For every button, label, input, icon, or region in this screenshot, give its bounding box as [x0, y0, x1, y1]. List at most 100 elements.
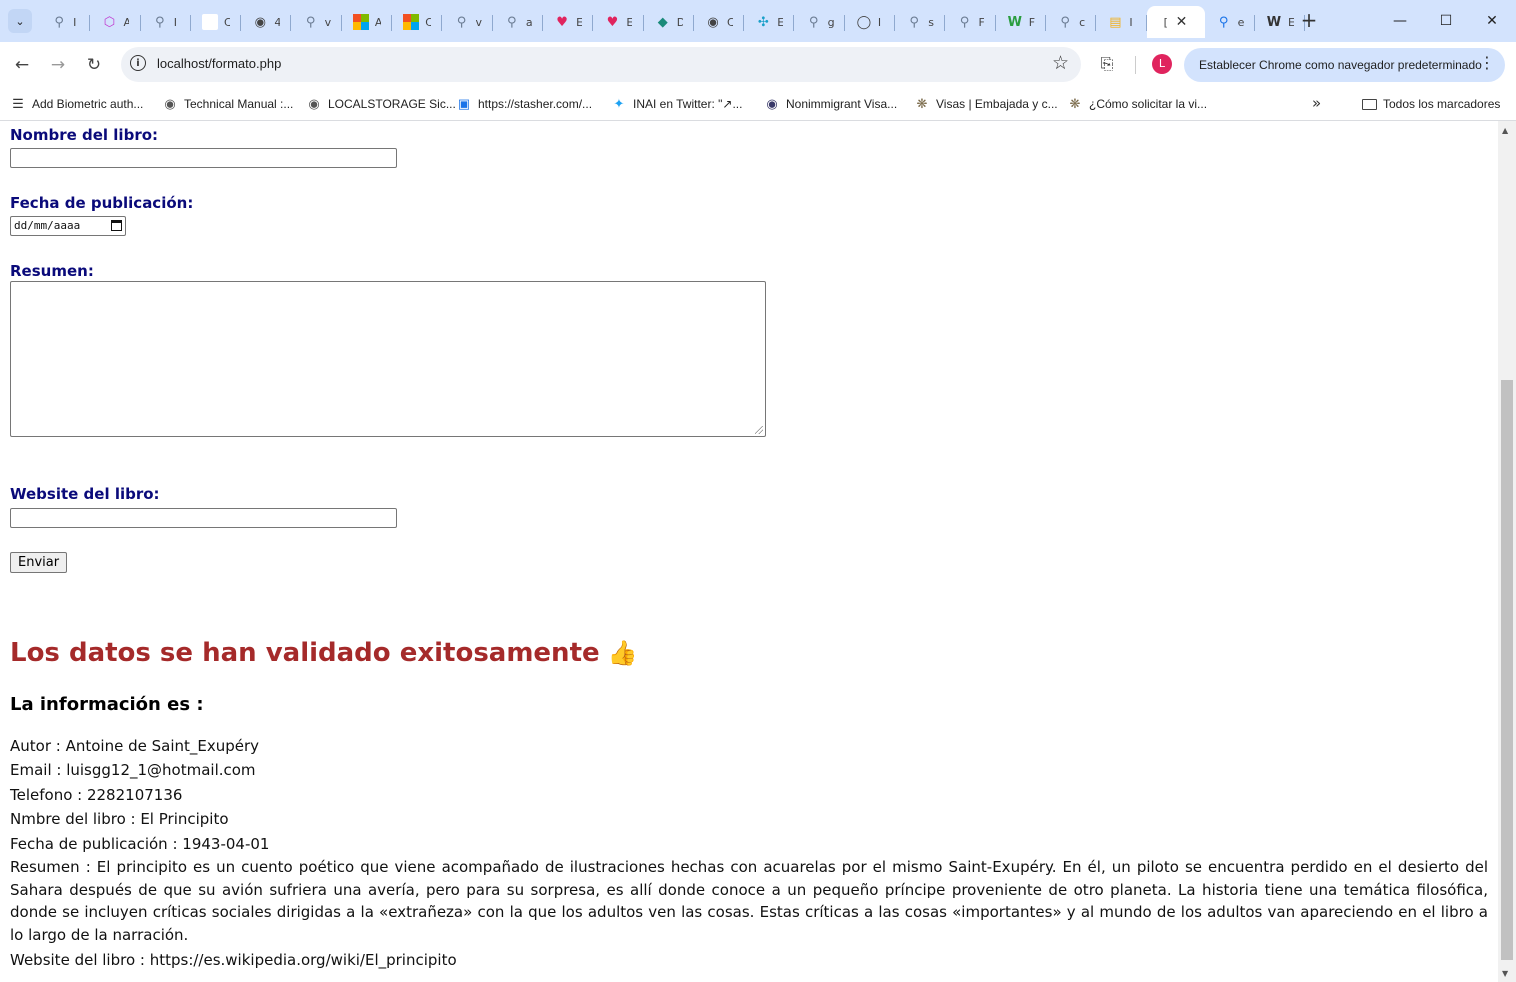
- more-bookmarks-chevron-icon[interactable]: »: [1312, 94, 1321, 112]
- tab-8[interactable]: ⚲ v: [442, 6, 493, 38]
- bookmark-label: Add Biometric auth...: [32, 97, 144, 111]
- calendar-icon[interactable]: [111, 220, 122, 231]
- pub-date-input[interactable]: dd/mm/aaaa: [10, 216, 126, 236]
- twitter-icon: ✦: [613, 96, 625, 111]
- website-label: Website del libro:: [10, 485, 160, 503]
- seal-icon: ◉: [766, 96, 778, 111]
- site-info-icon[interactable]: i: [130, 55, 146, 71]
- tab-13[interactable]: ◉ C: [694, 6, 745, 38]
- tab-9[interactable]: ⚲ a: [493, 6, 544, 38]
- tab-20[interactable]: ⚲ c: [1046, 6, 1097, 38]
- tab-active[interactable]: [✕: [1146, 6, 1205, 38]
- search-icon: ⚲: [808, 14, 819, 30]
- bookmark-item[interactable]: ◉ Technical Manual :...: [162, 94, 293, 114]
- set-default-browser-button[interactable]: Establecer Chrome como navegador predete…: [1184, 48, 1505, 82]
- eagle-icon: ❋: [1069, 96, 1081, 111]
- resize-grip-icon[interactable]: [755, 426, 763, 434]
- bookmark-label: https://stasher.com/...: [478, 97, 593, 111]
- search-icon: ⚲: [305, 14, 316, 30]
- tab-7[interactable]: C: [392, 6, 443, 38]
- tab-title: I: [1129, 15, 1133, 29]
- tab-14[interactable]: ✣ E: [744, 6, 795, 38]
- tab-extra-0[interactable]: ⚲ e: [1205, 6, 1256, 38]
- search-icon: ⚲: [909, 14, 919, 30]
- bookmark-item[interactable]: ◉ Nonimmigrant Visa...: [764, 94, 897, 114]
- tab-title: a: [525, 15, 532, 29]
- new-tab-plus-icon[interactable]: +: [1296, 9, 1322, 33]
- back-arrow-icon[interactable]: ←: [7, 50, 37, 80]
- submit-button[interactable]: Enviar: [10, 552, 68, 573]
- doc-icon: ▤: [1109, 14, 1122, 30]
- tab-10[interactable]: ♥ E: [543, 6, 594, 38]
- reload-icon[interactable]: ↻: [79, 50, 109, 80]
- bookmark-label: Visas | Embajada y c...: [936, 97, 1058, 111]
- tab-search-chevron-down-icon[interactable]: ⌄: [8, 9, 32, 33]
- forward-arrow-icon[interactable]: →: [43, 50, 73, 80]
- tab-title: F: [1028, 15, 1035, 29]
- bookmark-item[interactable]: ☰ Add Biometric auth...: [10, 94, 143, 114]
- scroll-down-arrow-icon[interactable]: ▼: [1502, 969, 1508, 978]
- scrollbar-thumb[interactable]: [1501, 380, 1513, 960]
- bookmark-item[interactable]: ❋ Visas | Embajada y c...: [914, 94, 1058, 114]
- tab-title: E: [1287, 15, 1294, 29]
- all-bookmarks-folder[interactable]: Todos los marcadores: [1362, 94, 1500, 114]
- tab-3[interactable]: C: [191, 6, 242, 38]
- book-name-label: Nombre del libro:: [10, 126, 159, 144]
- url-text[interactable]: localhost/formato.php: [157, 56, 281, 71]
- website-line: Website del libro : https://es.wikipedia…: [10, 951, 457, 969]
- bookmarks-bar: ☰ Add Biometric auth... ◉ Technical Manual …: [0, 88, 1516, 121]
- bookmark-label: INAI en Twitter: "↗...: [633, 97, 743, 111]
- tab-title: E: [576, 15, 583, 29]
- window-close-icon[interactable]: ✕: [1469, 0, 1515, 42]
- summary-textarea[interactable]: [10, 281, 766, 437]
- tab-15[interactable]: ⚲ g: [794, 6, 846, 38]
- tab-title: 4: [274, 15, 281, 29]
- scroll-up-arrow-icon[interactable]: ▲: [1502, 126, 1508, 135]
- bookmark-star-icon[interactable]: ☆: [1052, 52, 1069, 74]
- tab-2[interactable]: ⚲ I: [141, 6, 192, 38]
- tab-1[interactable]: ⬡ A: [90, 6, 141, 38]
- w-logo-icon: W: [1007, 14, 1022, 30]
- tab-title: A: [123, 15, 130, 29]
- phone-line: Telefono : 2282107136: [10, 786, 183, 804]
- tab-12[interactable]: ◆ D: [644, 6, 695, 38]
- tab-19[interactable]: WF: [996, 6, 1047, 38]
- blank-page-icon: [202, 14, 219, 30]
- address-bar[interactable]: i localhost/formato.php ☆: [121, 47, 1081, 82]
- website-input[interactable]: [10, 508, 397, 528]
- tab-4[interactable]: ◉ 4: [241, 6, 292, 38]
- bookmark-label: ¿Cómo solicitar la vi...: [1089, 97, 1208, 111]
- microsoft-icon: [403, 14, 420, 30]
- tab-title: C: [727, 15, 733, 29]
- tab-17[interactable]: ⚲ s: [895, 6, 946, 38]
- tab-16[interactable]: ◯ I: [845, 6, 896, 38]
- bookmark-item[interactable]: ✦ INAI en Twitter: "↗...: [611, 94, 743, 114]
- maximize-icon[interactable]: ☐: [1423, 0, 1469, 42]
- bookmark-label: LOCALSTORAGE Sic...: [328, 97, 456, 111]
- pub-date-label: Fecha de publicación:: [10, 194, 194, 212]
- bookmark-label: Technical Manual :...: [184, 97, 294, 111]
- info-heading: La información es :: [10, 694, 204, 715]
- minimize-icon[interactable]: —: [1377, 0, 1423, 42]
- thumbs-up-icon: 👍: [607, 639, 638, 667]
- microsoft-icon: [352, 14, 369, 30]
- tab-21[interactable]: ▤ I: [1096, 6, 1147, 38]
- book-name-input[interactable]: [10, 148, 397, 168]
- profile-avatar[interactable]: L: [1152, 54, 1172, 74]
- tab-5[interactable]: ⚲ v: [291, 6, 343, 38]
- tab-close-icon[interactable]: ✕: [1176, 14, 1188, 30]
- tab-title: I: [877, 15, 882, 29]
- globe-icon: ◉: [308, 96, 320, 111]
- tab-18[interactable]: ⚲ F: [945, 6, 996, 38]
- tab-11[interactable]: ♥ E: [593, 6, 644, 38]
- bookmark-item[interactable]: ◉ LOCALSTORAGE Sic...: [306, 94, 456, 114]
- bookmark-item[interactable]: ❋ ¿Cómo solicitar la vi...: [1067, 94, 1207, 114]
- bookmark-item[interactable]: ▣ https://stasher.com/...: [456, 94, 592, 114]
- tab-title: v: [324, 15, 331, 29]
- diamond-icon: ◆: [657, 14, 668, 30]
- tab-6[interactable]: A: [342, 6, 393, 38]
- tab-0[interactable]: ⚲ I: [40, 6, 91, 38]
- extensions-puzzle-icon[interactable]: ⎘: [1096, 54, 1118, 76]
- all-bookmarks-label: Todos los marcadores: [1383, 97, 1501, 111]
- kebab-menu-icon[interactable]: ⋮: [1479, 53, 1495, 72]
